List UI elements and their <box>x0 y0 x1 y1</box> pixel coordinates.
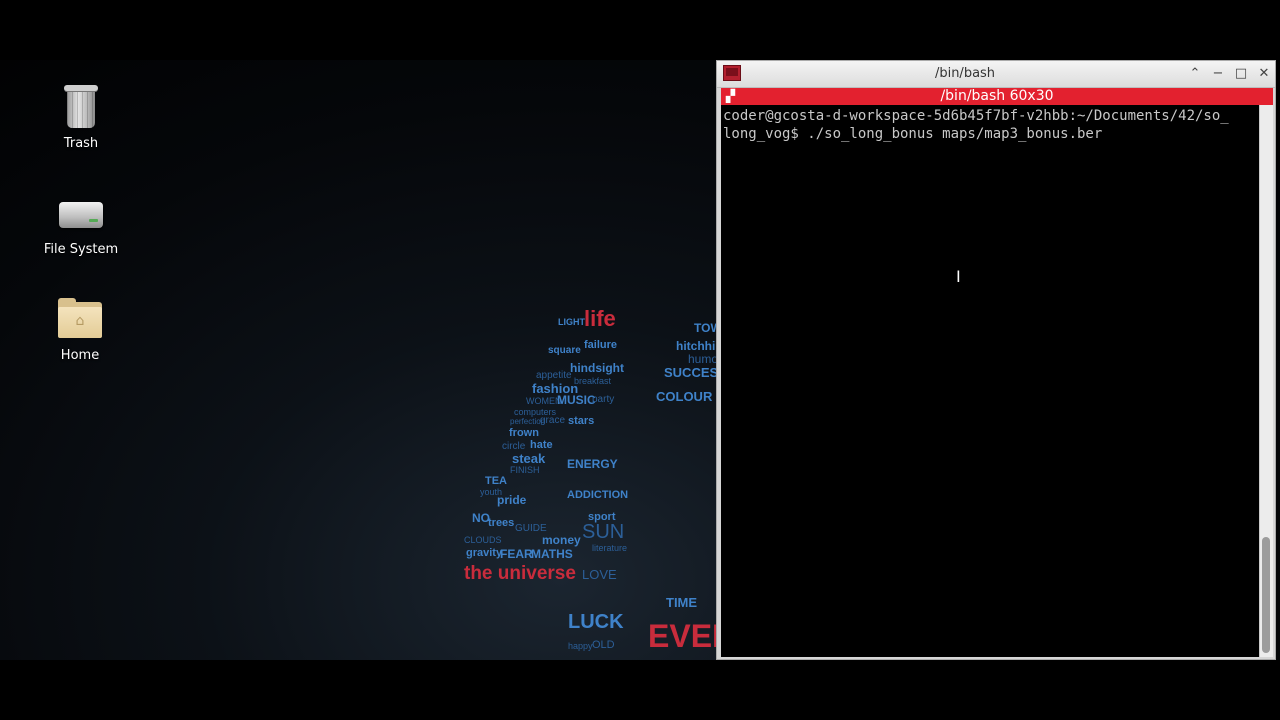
wallpaper-word: MATHS <box>531 547 573 561</box>
desktop: life LIGHT failure square hindsight appe… <box>0 0 1280 720</box>
desktop-icon-file-system[interactable]: File System <box>31 188 131 257</box>
wallpaper-word: stars <box>568 415 595 427</box>
wallpaper-word: LUCK <box>568 611 624 633</box>
wallpaper-word: life <box>584 306 616 331</box>
drive-icon <box>57 188 105 236</box>
wallpaper-word: the universe <box>464 563 576 584</box>
wallpaper-word: humo <box>688 352 719 366</box>
wallpaper-word: hate <box>530 439 553 451</box>
wallpaper-word: LOVE <box>582 567 617 582</box>
wallpaper-word: money <box>542 533 581 547</box>
wallpaper-word: gravity <box>466 547 503 559</box>
wallpaper-word: TEA <box>485 475 507 487</box>
terminal-tab-title: /bin/bash 60x30 <box>940 88 1054 104</box>
desktop-icon-label: Home <box>60 348 100 363</box>
terminal-area[interactable]: ▞ /bin/bash 60x30 coder@gcosta-d-workspa… <box>721 88 1273 657</box>
wallpaper-word: grace <box>540 415 566 426</box>
wallpaper-word: OLD <box>592 639 615 651</box>
wallpaper-word: literature <box>592 543 628 553</box>
maximize-button[interactable]: □ <box>1233 66 1249 82</box>
wallpaper-word: steak <box>512 451 546 466</box>
wallpaper-word: party <box>592 394 615 405</box>
terminal-tab[interactable]: ▞ /bin/bash 60x30 <box>721 88 1273 105</box>
close-button[interactable]: ✕ <box>1256 66 1272 82</box>
wallpaper-word: hindsight <box>570 361 624 375</box>
terminal-window[interactable]: /bin/bash ⌃ − □ ✕ ▞ /bin/bash 60x30 code… <box>716 60 1276 660</box>
wallpaper-word: CLOUDS <box>464 535 502 545</box>
scrollbar-thumb[interactable] <box>1262 537 1270 653</box>
window-title: /bin/bash <box>934 66 996 81</box>
wallpaper-word: TIME <box>666 595 698 610</box>
wallpaper-word: appetite <box>536 370 572 381</box>
home-folder-icon: ⌂ <box>56 294 104 342</box>
text-cursor-icon: Ⅰ <box>956 267 961 286</box>
wallpaper-word: trees <box>488 517 515 529</box>
wallpaper-word: SUN <box>582 521 625 543</box>
wallpaper-word: pride <box>497 493 527 507</box>
wallpaper-word: failure <box>584 339 618 351</box>
window-titlebar[interactable]: /bin/bash ⌃ − □ ✕ <box>717 61 1275 88</box>
wallpaper-word: happy <box>568 641 593 651</box>
desktop-icon-label: File System <box>43 242 119 257</box>
terminal-scrollbar[interactable] <box>1259 105 1273 657</box>
wallpaper-word: FEAR <box>500 547 533 561</box>
wallpaper-word: breakfast <box>574 376 612 386</box>
wallpaper-word: square <box>548 345 581 356</box>
minimize-button[interactable]: − <box>1210 66 1226 82</box>
shade-button[interactable]: ⌃ <box>1187 66 1203 82</box>
terminal-line: coder@gcosta-d-workspace-5d6b45f7bf-v2hb… <box>723 108 1229 124</box>
wallpaper-word: ENERGY <box>567 457 618 471</box>
wallpaper-word: MUSIC <box>557 393 596 407</box>
terminal-line: long_vog$ ./so_long_bonus maps/map3_bonu… <box>723 126 1103 142</box>
terminal-tab-icon: ▞ <box>725 89 736 103</box>
wallpaper-word: frown <box>509 427 539 439</box>
desktop-icon-home[interactable]: ⌂ Home <box>30 294 130 363</box>
trash-icon <box>57 82 105 130</box>
desktop-icon-label: Trash <box>63 136 99 151</box>
wallpaper-word: COLOUR <box>656 389 713 404</box>
wallpaper-word: FINISH <box>510 465 540 475</box>
desktop-icon-trash[interactable]: Trash <box>31 82 131 151</box>
wallpaper-word: ADDICTION <box>567 489 629 501</box>
wallpaper-word: LIGHT <box>558 317 585 327</box>
terminal-output[interactable]: coder@gcosta-d-workspace-5d6b45f7bf-v2hb… <box>723 107 1253 143</box>
